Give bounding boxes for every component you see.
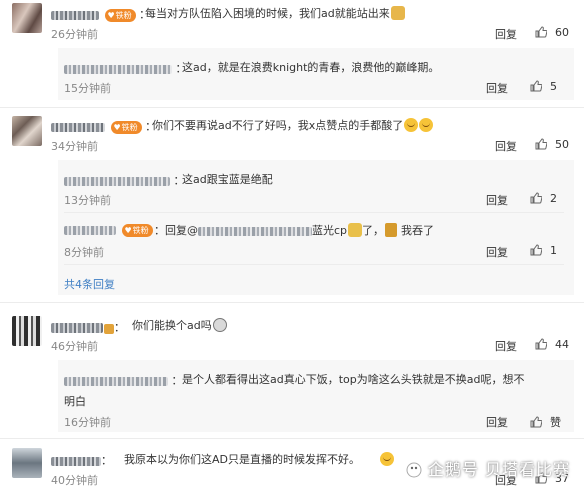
divider [0,107,584,108]
like-button[interactable]: 44 [535,338,569,351]
username[interactable]: ： [64,172,185,188]
thumbs-up-icon [535,26,547,38]
thumbs-up-icon [535,338,547,350]
timestamp: 15分钟前 [64,82,111,95]
timestamp: 46分钟前 [51,340,98,353]
fan-badge: ♥铁粉 [104,8,136,22]
divider [64,264,564,265]
heart-icon: ♥ [124,225,132,235]
comment-text: 这ad跟宝蓝是绝配 [182,173,273,186]
comment-text: 每当对方队伍陷入困境的时候，我们ad就能站出来 [145,5,405,21]
emoji-icon [212,318,227,332]
lock-icon [348,223,363,237]
comment-text: 你们不要再说ad不行了好吗，我x点赞点的手都酸了 [152,117,434,133]
reply-button[interactable]: 回复 [486,192,508,208]
reply-button[interactable]: 回复 [495,338,517,354]
timestamp: 26分钟前 [51,28,98,41]
emoji-icon [380,452,394,466]
reply-button[interactable]: 回复 [495,138,517,154]
fan-badge: ♥铁粉 [110,120,142,134]
thumbs-up-icon [530,80,542,92]
comment-text: 我原本以为你们这AD只是直播的时候发挥不好。 [124,451,394,467]
watermark: 企鹅号 贝塔看比赛 [403,456,570,480]
timestamp: 13分钟前 [64,194,111,207]
username[interactable]: ： [64,60,187,76]
avatar[interactable] [12,448,42,478]
comment-text: ：回复@ 蓝光cp 了， 我吞了 [154,223,435,237]
comment-text: 这ad，就是在浪费knight的青春，浪费他的巅峰期。 [182,61,440,74]
username[interactable]: ： [64,372,183,388]
emoji-icon [390,6,405,20]
divider [64,212,564,213]
timestamp: 40分钟前 [51,474,98,487]
avatar[interactable] [12,116,42,146]
key-icon [385,223,398,237]
emoji-icon [404,118,419,132]
username[interactable]: ： [51,452,112,468]
divider [0,302,584,303]
like-button[interactable]: 2 [530,192,557,205]
like-button[interactable]: 赞 [530,414,561,430]
heart-icon: ♥ [113,122,121,132]
username[interactable]: ♥铁粉 ： [51,6,150,22]
comment-text: 是个人都看得出这ad真心下饭，top为啥这么头铁就是不换ad呢，想不 [182,373,525,386]
reply-button[interactable]: 回复 [486,80,508,96]
avatar[interactable] [12,316,42,346]
divider [0,438,584,439]
emoji-icon [419,118,434,132]
username[interactable]: ： [51,319,125,335]
heart-icon: ♥ [107,10,115,20]
username[interactable]: ♥铁粉 ： [51,118,156,134]
reply-button[interactable]: 回复 [486,414,508,430]
expand-replies-link[interactable]: 共4条回复 [64,276,115,292]
mention-link[interactable] [198,226,312,236]
comment-text: 你们能换个ad吗 [132,317,227,333]
timestamp: 34分钟前 [51,140,98,153]
like-button[interactable]: 5 [530,80,557,93]
like-button[interactable]: 50 [535,138,569,151]
thumbs-up-icon [530,192,542,204]
badge-icon [104,324,114,334]
username[interactable]: ♥铁粉 [64,223,153,237]
avatar[interactable] [12,3,42,33]
comment-text-continued: 明白 [64,395,86,408]
reply-button[interactable]: 回复 [495,26,517,42]
reply-button[interactable]: 回复 [486,244,508,260]
thumbs-up-icon [535,138,547,150]
penguin-logo-icon [406,462,422,478]
like-button[interactable]: 1 [530,244,557,257]
timestamp: 8分钟前 [64,246,104,259]
thumbs-up-icon [530,244,542,256]
fan-badge: ♥铁粉 [121,223,153,237]
like-button[interactable]: 60 [535,26,569,39]
timestamp: 16分钟前 [64,416,111,429]
thumbs-up-icon [530,416,542,428]
